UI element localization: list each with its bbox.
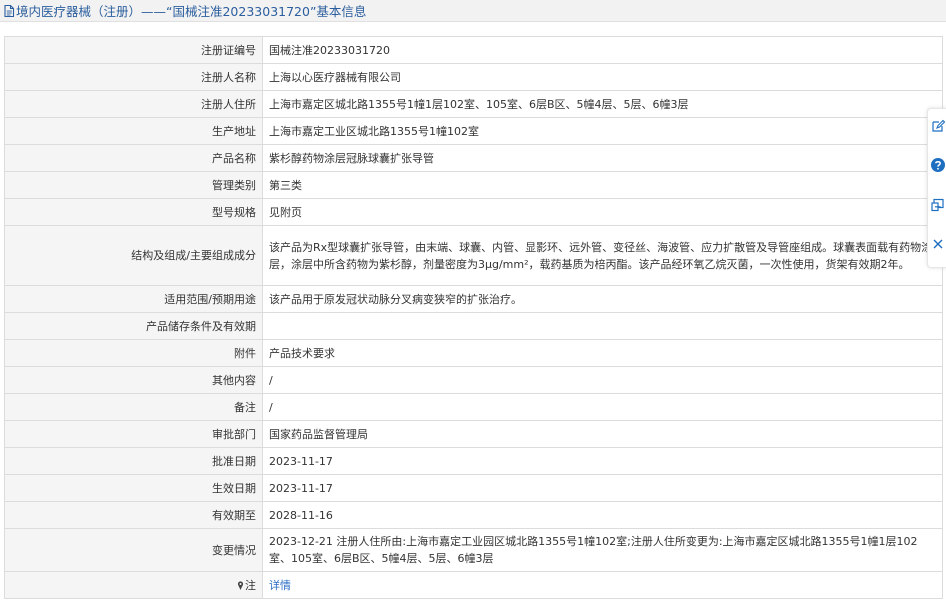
pin-icon (237, 578, 244, 590)
table-row: 注册人住所 上海市嘉定区城北路1355号1幢1层102室、105室、6层B区、5… (4, 90, 943, 118)
side-toolbar (927, 108, 946, 268)
row-label: 管理类别 (4, 171, 263, 199)
row-value: 上海市嘉定区城北路1355号1幢1层102室、105室、6层B区、5幢4层、5层… (262, 90, 943, 118)
table-row: 注册人名称 上海以心医疗器械有限公司 (4, 63, 943, 91)
row-value: 国械注准20233031720 (262, 36, 943, 64)
row-value: 国家药品监督管理局 (262, 420, 943, 448)
table-row: 产品名称 紫杉醇药物涂层冠脉球囊扩张导管 (4, 144, 943, 172)
row-value: 2023-11-17 (262, 474, 943, 502)
row-label: 有效期至 (4, 501, 263, 529)
table-row: 生产地址 上海市嘉定工业区城北路1355号1幢102室 (4, 117, 943, 145)
table-row: 附件 产品技术要求 (4, 339, 943, 367)
table-row: 注册证编号 国械注准20233031720 (4, 36, 943, 64)
row-label: 其他内容 (4, 366, 263, 394)
help-icon[interactable] (930, 157, 946, 173)
table-row: 生效日期 2023-11-17 (4, 474, 943, 502)
row-label: 注册人名称 (4, 63, 263, 91)
row-value: 该产品用于原发冠状动脉分叉病变狭窄的扩张治疗。 (262, 285, 943, 313)
row-value: 紫杉醇药物涂层冠脉球囊扩张导管 (262, 144, 943, 172)
row-value: / (262, 366, 943, 394)
row-value: 2023-12-21 注册人住所由:上海市嘉定工业园区城北路1355号1幢102… (262, 528, 943, 572)
share-icon[interactable] (930, 197, 946, 213)
registration-info-table: 注册证编号 国械注准20233031720 注册人名称 上海以心医疗器械有限公司… (4, 36, 943, 599)
table-row: 管理类别 第三类 (4, 171, 943, 199)
row-label: 产品名称 (4, 144, 263, 172)
page-title: 境内医疗器械（注册）——“国械注准20233031720”基本信息 (16, 4, 367, 19)
row-value: 2023-11-17 (262, 447, 943, 475)
close-icon[interactable] (930, 236, 946, 252)
row-value: 见附页 (262, 198, 943, 226)
row-value: 2028-11-16 (262, 501, 943, 529)
row-value (262, 312, 943, 340)
row-value: 产品技术要求 (262, 339, 943, 367)
page-header: 境内医疗器械（注册）——“国械注准20233031720”基本信息 (0, 0, 946, 22)
row-label: 适用范围/预期用途 (4, 285, 263, 313)
row-value: 上海以心医疗器械有限公司 (262, 63, 943, 91)
row-label: 变更情况 (4, 528, 263, 572)
table-row: 型号规格 见附页 (4, 198, 943, 226)
row-value: / (262, 393, 943, 421)
row-label: 批准日期 (4, 447, 263, 475)
table-row: 审批部门 国家药品监督管理局 (4, 420, 943, 448)
table-row: 批准日期 2023-11-17 (4, 447, 943, 475)
table-row: 变更情况 2023-12-21 注册人住所由:上海市嘉定工业园区城北路1355号… (4, 528, 943, 572)
row-label: 产品储存条件及有效期 (4, 312, 263, 340)
table-row: 其他内容 / (4, 366, 943, 394)
table-row: 产品储存条件及有效期 (4, 312, 943, 340)
document-icon (3, 4, 15, 18)
note-label: 注 (245, 578, 256, 592)
row-value: 上海市嘉定工业区城北路1355号1幢102室 (262, 117, 943, 145)
row-label: 附件 (4, 339, 263, 367)
row-label: 生产地址 (4, 117, 263, 145)
row-value: 该产品为Rx型球囊扩张导管，由末端、球囊、内管、显影环、远外管、变径丝、海波管、… (262, 225, 943, 286)
table-row: 有效期至 2028-11-16 (4, 501, 943, 529)
table-row: 适用范围/预期用途 该产品用于原发冠状动脉分叉病变狭窄的扩张治疗。 (4, 285, 943, 313)
note-label-cell: 注 (4, 571, 263, 599)
row-label: 注册证编号 (4, 36, 263, 64)
table-row: 结构及组成/主要组成成分 该产品为Rx型球囊扩张导管，由末端、球囊、内管、显影环… (4, 225, 943, 286)
row-label: 注册人住所 (4, 90, 263, 118)
row-label: 生效日期 (4, 474, 263, 502)
row-label: 型号规格 (4, 198, 263, 226)
edit-icon[interactable] (930, 118, 946, 134)
note-value-cell: 详情 (262, 571, 943, 599)
note-row: 注 详情 (4, 571, 943, 599)
details-link[interactable]: 详情 (269, 579, 291, 592)
row-label: 备注 (4, 393, 263, 421)
row-value: 第三类 (262, 171, 943, 199)
row-label: 审批部门 (4, 420, 263, 448)
table-row: 备注 / (4, 393, 943, 421)
row-label: 结构及组成/主要组成成分 (4, 225, 263, 286)
